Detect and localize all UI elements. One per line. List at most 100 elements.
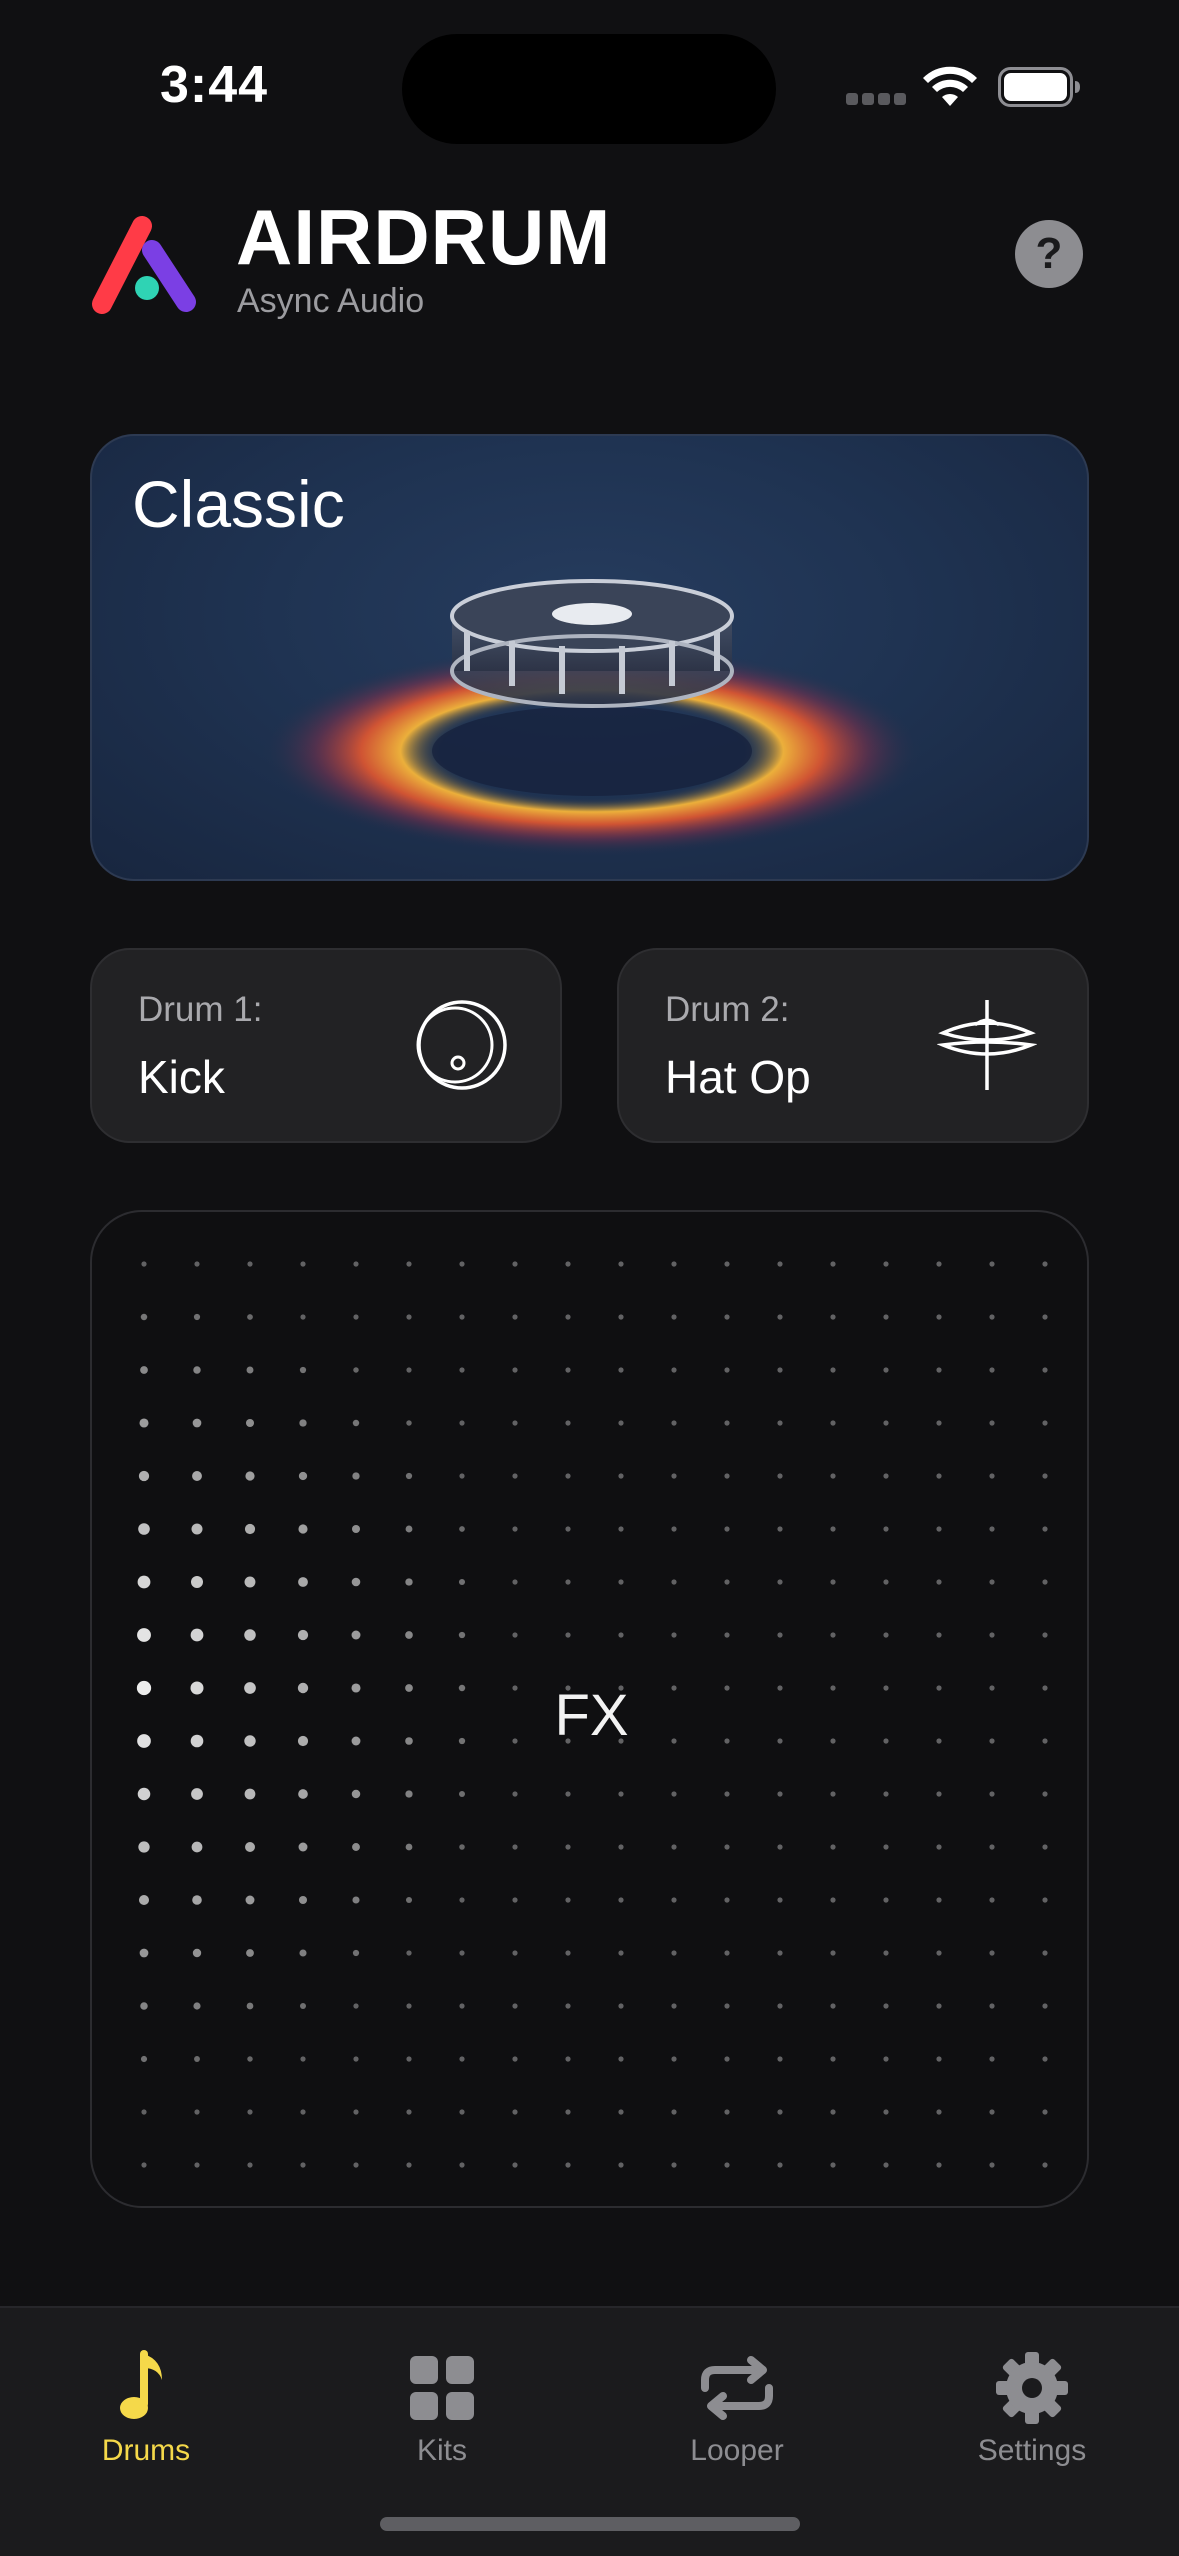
- fx-dot: [830, 1579, 836, 1585]
- fx-dot: [724, 2162, 730, 2168]
- drum-2-card[interactable]: Drum 2: Hat Op: [617, 948, 1089, 1143]
- fx-dot: [989, 2003, 995, 2009]
- kit-card[interactable]: Classic: [90, 434, 1089, 881]
- tab-label: Settings: [977, 2434, 1087, 2467]
- home-indicator: [380, 2517, 800, 2531]
- fx-dot: [459, 1261, 465, 1267]
- fx-dot: [512, 1897, 518, 1903]
- fx-dot: [777, 1791, 783, 1797]
- tab-drums[interactable]: Drums: [26, 2328, 266, 2478]
- fx-dot: [618, 1261, 624, 1267]
- tab-kits[interactable]: Kits: [322, 2328, 562, 2478]
- fx-dot: [883, 2109, 889, 2115]
- app-screen: 3:44 AIRDRUM Async Audio ? Classic Drum …: [0, 0, 1179, 2556]
- kit-name: Classic: [132, 467, 345, 541]
- fx-dot: [618, 1420, 624, 1426]
- fx-dot: [512, 2109, 518, 2115]
- fx-dot: [351, 1524, 361, 1534]
- fx-dot: [1042, 1473, 1048, 1479]
- fx-dot: [191, 1841, 203, 1853]
- tab-settings[interactable]: Settings: [912, 2328, 1152, 2478]
- fx-dot: [618, 2109, 624, 2115]
- fx-dot: [883, 1367, 889, 1373]
- fx-dot: [936, 1261, 942, 1267]
- fx-dot: [830, 1632, 836, 1638]
- fx-dot: [191, 1523, 203, 1535]
- drum-1-card[interactable]: Drum 1: Kick: [90, 948, 562, 1143]
- fx-dot: [671, 1950, 677, 1956]
- fx-dot: [883, 1473, 889, 1479]
- fx-pad[interactable]: FX: [90, 1210, 1089, 2208]
- fx-dot: [777, 2162, 783, 2168]
- tab-label: Kits: [416, 2434, 467, 2467]
- fx-dot: [512, 1420, 518, 1426]
- fx-dot: [140, 2055, 148, 2063]
- fx-dot: [989, 1526, 995, 1532]
- fx-dot: [405, 1631, 413, 1639]
- fx-dot: [830, 1526, 836, 1532]
- fx-dot: [618, 1314, 624, 1320]
- fx-dot: [298, 1842, 308, 1852]
- fx-dot: [830, 1261, 836, 1267]
- fx-dot: [512, 1526, 518, 1532]
- fx-dot: [194, 2162, 200, 2168]
- fx-dot: [936, 1314, 942, 1320]
- gear-icon: [996, 2352, 1068, 2424]
- tab-looper[interactable]: Looper: [617, 2328, 857, 2478]
- fx-dot: [936, 1791, 942, 1797]
- fx-dot: [352, 1472, 360, 1480]
- fx-dot: [777, 1261, 783, 1267]
- drum-1-value: Kick: [138, 1051, 225, 1103]
- fx-dot: [618, 1632, 624, 1638]
- fx-dot: [830, 2109, 836, 2115]
- fx-dot: [406, 2109, 412, 2115]
- fx-dot: [618, 1473, 624, 1479]
- fx-dot: [989, 2056, 995, 2062]
- fx-dot: [671, 1791, 677, 1797]
- fx-dot: [190, 1628, 204, 1642]
- help-button[interactable]: ?: [1015, 220, 1083, 288]
- fx-dot: [671, 2003, 677, 2009]
- battery-icon: [998, 67, 1080, 107]
- fx-dot: [565, 1950, 571, 1956]
- fx-dot: [512, 1473, 518, 1479]
- fx-dot: [618, 2056, 624, 2062]
- fx-dot: [351, 1789, 361, 1799]
- fx-dot: [300, 2109, 306, 2115]
- fx-dot: [989, 1473, 995, 1479]
- fx-dot: [565, 1632, 571, 1638]
- fx-dot: [512, 2056, 518, 2062]
- fx-dot: [883, 1420, 889, 1426]
- fx-dot: [138, 1470, 150, 1482]
- kick-drum-icon: [416, 1000, 507, 1090]
- fx-dot: [459, 2056, 465, 2062]
- fx-label: FX: [554, 1683, 629, 1748]
- fx-dot: [459, 1314, 465, 1320]
- fx-dot: [245, 1842, 255, 1852]
- fx-dot: [830, 1314, 836, 1320]
- fx-dot: [989, 1844, 995, 1850]
- fx-dot: [194, 2056, 200, 2062]
- fx-dot: [351, 1577, 361, 1587]
- fx-dot: [298, 1577, 308, 1587]
- fx-dot: [936, 2003, 942, 2009]
- fx-dot: [830, 1897, 836, 1903]
- fx-dot: [406, 1261, 412, 1267]
- fx-dot: [883, 1897, 889, 1903]
- fx-dot: [777, 1579, 783, 1585]
- fx-dot: [512, 1950, 518, 1956]
- drum-2-label: Drum 2:: [665, 990, 790, 1029]
- fx-dot: [618, 1526, 624, 1532]
- fx-dot: [618, 1579, 624, 1585]
- fx-dot: [512, 1261, 518, 1267]
- fx-dot: [989, 2109, 995, 2115]
- fx-dot: [192, 1895, 202, 1905]
- fx-dot: [1042, 1261, 1048, 1267]
- fx-dot: [936, 1844, 942, 1850]
- fx-dot: [724, 1950, 730, 1956]
- fx-dot: [883, 1314, 889, 1320]
- status-time: 3:44: [160, 56, 269, 114]
- fx-dot: [299, 1366, 307, 1374]
- music-note-icon: [120, 2350, 162, 2419]
- fx-dot: [406, 2056, 412, 2062]
